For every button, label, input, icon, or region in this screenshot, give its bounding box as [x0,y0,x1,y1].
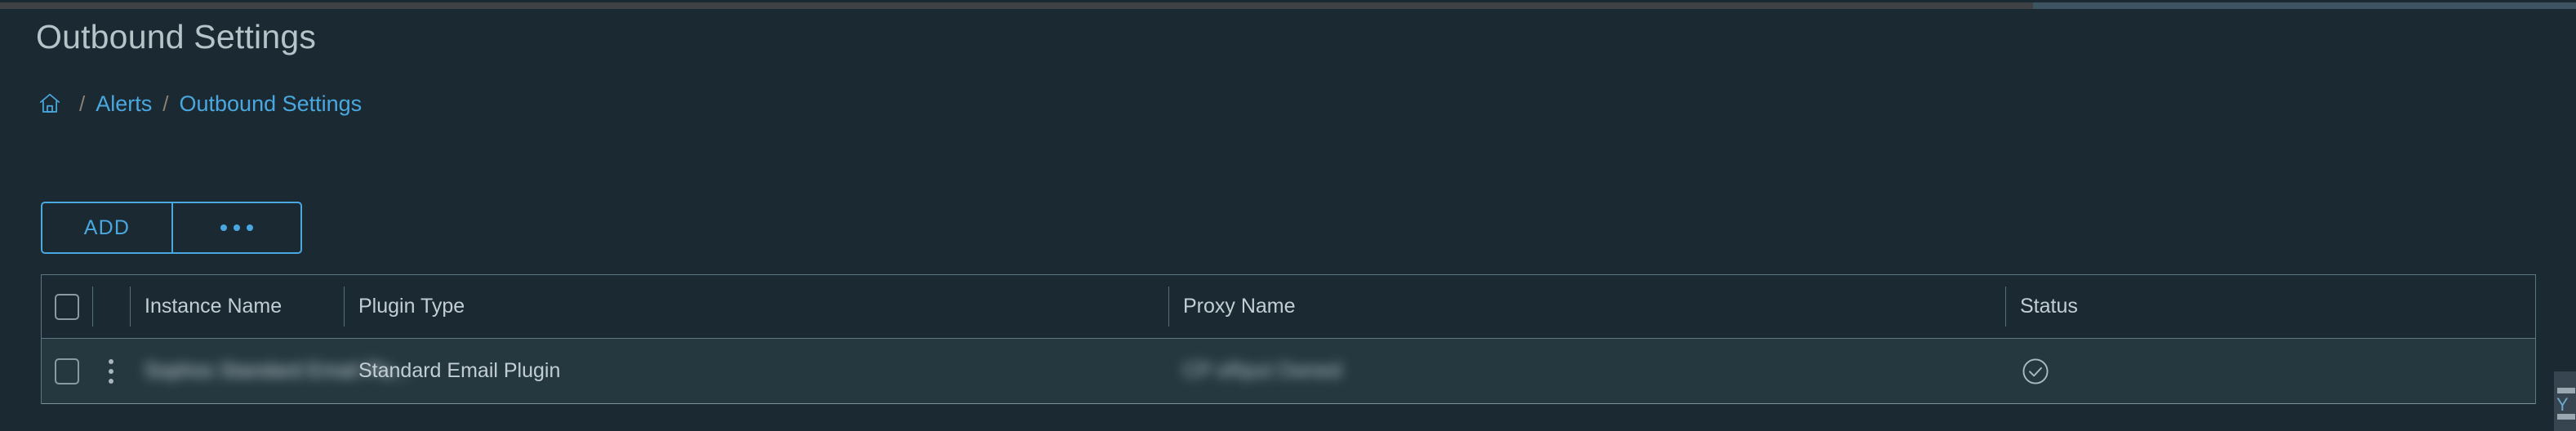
column-header-proxy-name[interactable]: Proxy Name [1168,275,2005,338]
breadcrumb-separator-2: / [162,91,169,116]
cell-instance-name: Sophos Standard Email Plu... [130,339,412,403]
edge-partial-widget[interactable]: Y [2554,371,2576,431]
page-title: Outbound Settings [36,18,317,56]
cell-status [2005,339,2535,403]
table-row[interactable]: Sophos Standard Email Plu... Standard Em… [42,339,2535,404]
edge-widget-bar-bottom [2557,414,2575,420]
breadcrumb-item-alerts[interactable]: Alerts [96,91,152,117]
column-header-status[interactable]: Status [2005,275,2535,338]
ellipsis-horizontal-icon [220,224,253,231]
outbound-settings-table: Instance Name Plugin Type Proxy Name Sta… [41,274,2536,404]
window-top-strip-right [2033,2,2576,9]
check-circle-icon [2020,356,2051,387]
header-actions-cell [92,275,130,338]
table-header-row: Instance Name Plugin Type Proxy Name Sta… [42,275,2535,339]
breadcrumb: / Alerts / Outbound Settings [36,90,362,118]
select-all-checkbox[interactable] [55,293,79,320]
column-header-instance-name[interactable]: Instance Name [130,275,344,338]
cell-proxy-name: CP oRput Owned [1168,339,2005,403]
window-top-strip [0,0,2576,9]
kebab-menu-icon[interactable] [109,358,113,384]
proxy-name-value: CP oRput Owned [1183,359,1342,382]
breadcrumb-item-outbound-settings[interactable]: Outbound Settings [180,91,363,117]
breadcrumb-separator-1: / [79,91,86,116]
more-actions-button[interactable] [171,203,300,252]
toolbar-button-group: ADD [41,202,302,254]
row-select-cell [42,339,92,403]
row-actions-cell [92,339,130,403]
row-select-checkbox[interactable] [55,358,79,384]
home-icon[interactable] [36,90,64,118]
window-top-strip-left [0,2,2033,9]
column-header-plugin-type[interactable]: Plugin Type [344,275,1168,338]
edge-widget-bar-top [2557,388,2575,393]
select-all-cell [42,275,92,338]
edge-widget-glyph: Y [2556,394,2569,415]
add-button[interactable]: ADD [42,203,171,252]
cell-plugin-type: Standard Email Plugin [358,359,561,382]
